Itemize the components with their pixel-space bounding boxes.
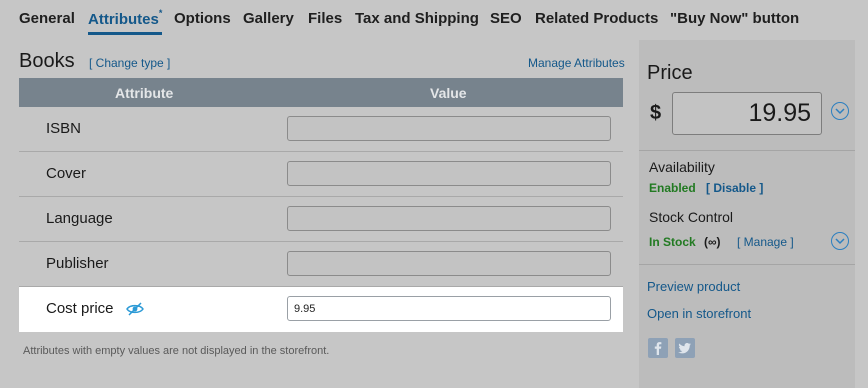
tab-attributes[interactable]: Attributes*	[88, 8, 163, 35]
table-row: Cover	[19, 152, 623, 197]
stock-status: In Stock	[649, 235, 696, 249]
price-options-chevron-icon[interactable]	[831, 102, 849, 120]
twitter-icon[interactable]	[675, 338, 695, 358]
change-type-link[interactable]: [ Change type ]	[89, 56, 170, 70]
stock-control-label: Stock Control	[649, 209, 734, 225]
availability-label: Availability	[649, 159, 715, 175]
page-edge	[855, 40, 868, 388]
tab-label: Options	[174, 10, 231, 27]
page-title: Books	[19, 50, 75, 72]
attribute-label-cost-price: Cost price	[46, 300, 114, 317]
storefront-note: Attributes with empty values are not dis…	[23, 345, 330, 357]
tab-gallery[interactable]: Gallery	[243, 10, 294, 27]
stock-quantity: (∞)	[704, 235, 721, 249]
availability-status: Enabled	[649, 181, 696, 195]
panel-gap	[632, 40, 639, 388]
attribute-label-isbn: ISBN	[46, 120, 82, 137]
tab-seo[interactable]: SEO	[490, 10, 522, 27]
disable-link[interactable]: [ Disable ]	[706, 181, 763, 195]
attribute-label-cover: Cover	[46, 165, 87, 182]
tab-bar: General Attributes* Options Gallery File…	[0, 0, 868, 40]
stock-options-chevron-icon[interactable]	[831, 232, 849, 250]
table-row-highlighted: Cost price	[19, 287, 623, 332]
tab-general[interactable]: General	[19, 10, 75, 27]
preview-product-link[interactable]: Preview product	[647, 279, 740, 294]
attributes-panel: Books [ Change type ] Manage Attributes …	[0, 40, 632, 388]
tab-options[interactable]: Options	[174, 10, 231, 27]
tab-buy-now-button[interactable]: "Buy Now" button	[670, 10, 799, 27]
table-header: Attribute Value	[19, 78, 623, 107]
tab-label: Related Products	[535, 10, 659, 27]
tab-label: Files	[308, 10, 343, 27]
attribute-label-publisher: Publisher	[46, 255, 109, 272]
table-row: ISBN	[19, 107, 623, 152]
price-sidebar: Price $ Availability Enabled [ Disable ]…	[639, 40, 855, 388]
table-row: Language	[19, 197, 623, 242]
facebook-icon[interactable]	[648, 338, 668, 358]
cost-price-input[interactable]	[287, 296, 611, 321]
tab-label: Gallery	[243, 10, 294, 27]
tab-files[interactable]: Files	[308, 10, 342, 27]
divider	[639, 264, 855, 265]
language-input[interactable]	[287, 206, 611, 231]
manage-attributes-link[interactable]: Manage Attributes	[528, 56, 625, 70]
tab-label: "Buy Now" button	[670, 10, 800, 27]
tab-label: General	[19, 10, 75, 27]
publisher-input[interactable]	[287, 251, 611, 276]
tab-label: Tax and Shipping	[355, 10, 479, 27]
tab-tax-and-shipping[interactable]: Tax and Shipping	[355, 10, 479, 27]
currency-symbol: $	[650, 102, 662, 124]
price-input[interactable]	[672, 92, 822, 135]
divider	[639, 150, 855, 151]
manage-stock-link[interactable]: [ Manage ]	[737, 235, 794, 249]
column-header-attribute: Attribute	[115, 85, 174, 101]
column-header-value: Value	[430, 85, 467, 101]
hidden-eye-icon[interactable]	[126, 301, 144, 317]
tab-modified-marker: *	[158, 8, 163, 18]
cover-input[interactable]	[287, 161, 611, 186]
tab-related-products[interactable]: Related Products	[535, 10, 658, 27]
attribute-label-language: Language	[46, 210, 113, 227]
tab-label: SEO	[490, 10, 522, 27]
price-heading: Price	[647, 62, 693, 84]
tab-label: Attributes	[88, 11, 159, 28]
isbn-input[interactable]	[287, 116, 611, 141]
open-storefront-link[interactable]: Open in storefront	[647, 306, 751, 321]
table-row: Publisher	[19, 242, 623, 287]
